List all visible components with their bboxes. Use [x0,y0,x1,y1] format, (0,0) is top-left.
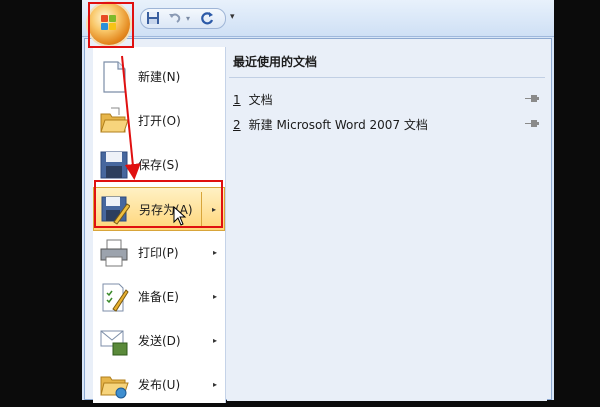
recent-item-number: 1 [233,93,241,107]
recent-item-name: 新建 Microsoft Word 2007 文档 [248,118,428,132]
recent-item-number: 2 [233,118,241,132]
menu-item-print[interactable]: 打印(P) ▸ [93,231,225,275]
menu-item-label: 发布(U) [138,378,181,392]
qat-button-group: ▾ [140,8,226,29]
save-icon[interactable] [145,11,161,26]
printer-icon [99,237,129,269]
redo-icon[interactable] [199,11,215,26]
save-as-highlight [94,180,223,228]
new-document-icon [99,61,129,93]
quick-access-toolbar: ▾ ▾ [82,0,554,45]
open-folder-icon [99,105,129,137]
office-button-highlight [88,2,134,48]
menu-item-label: 打开(O) [138,114,181,128]
submenu-arrow-icon[interactable]: ▸ [213,231,217,275]
submenu-arrow-icon[interactable]: ▸ [213,275,217,319]
recent-item-name: 文档 [248,93,273,107]
pin-icon[interactable] [525,94,539,104]
mouse-cursor-icon [173,206,187,226]
pin-icon[interactable] [525,119,539,129]
menu-item-label: 发送(D) [138,334,181,348]
submenu-arrow-icon[interactable]: ▸ [213,319,217,363]
divider [229,77,545,78]
menu-item-new[interactable]: 新建(N) [93,55,225,99]
recent-documents-pane: 最近使用的文档 1 文档 2 新建 Microsoft Word 2007 文档 [227,47,547,401]
menu-item-send[interactable]: 发送(D) ▸ [93,319,225,363]
submenu-arrow-icon[interactable]: ▸ [213,363,217,407]
send-icon [99,325,129,357]
menu-item-label: 准备(E) [138,290,179,304]
undo-icon[interactable] [167,11,183,26]
menu-item-label: 新建(N) [138,70,181,84]
menu-item-publish[interactable]: 发布(U) ▸ [93,363,225,407]
recent-document-item[interactable]: 2 新建 Microsoft Word 2007 文档 [233,114,545,136]
menu-item-label: 打印(P) [138,246,179,260]
save-icon [99,149,129,181]
menu-item-open[interactable]: 打开(O) [93,99,225,143]
publish-icon [99,369,129,401]
dropdown-arrow-icon[interactable]: ▾ [184,11,192,26]
customize-qat-icon[interactable]: ▾ [230,9,240,25]
prepare-icon [99,281,129,313]
menu-item-prepare[interactable]: 准备(E) ▸ [93,275,225,319]
recent-document-item[interactable]: 1 文档 [233,89,545,111]
recent-documents-title: 最近使用的文档 [233,55,318,69]
